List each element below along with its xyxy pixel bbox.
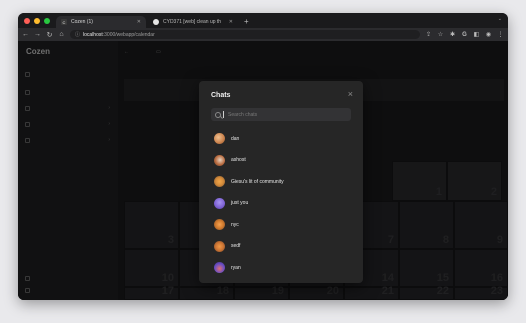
tab-list-chevron-icon[interactable]: ⌄ bbox=[498, 16, 502, 22]
tab-strip: C Cozen (1) ✕ CYD371 [web] clean up th ✕… bbox=[18, 13, 508, 28]
close-window-button[interactable] bbox=[24, 18, 30, 24]
menu-kebab-icon[interactable]: ⋮ bbox=[497, 31, 504, 38]
address-bar[interactable]: ⓘ localhost:3000/webapp/calendar bbox=[70, 30, 420, 39]
tab-close-icon[interactable]: ✕ bbox=[137, 19, 141, 25]
chat-list-item[interactable]: nyc bbox=[211, 214, 351, 236]
bookmark-star-icon[interactable]: ☆ bbox=[437, 31, 444, 38]
chat-name: just you bbox=[231, 200, 249, 207]
url-path: :3000/webapp/calendar bbox=[102, 31, 155, 38]
chats-modal: Chats × dan ashost Giesu's lit of commun… bbox=[199, 81, 363, 283]
cozen-favicon-icon: C bbox=[61, 19, 67, 25]
chat-list-item[interactable]: ashost bbox=[211, 150, 351, 172]
chat-list: dan ashost Giesu's lit of community just… bbox=[211, 128, 351, 279]
forward-icon[interactable]: → bbox=[34, 31, 41, 38]
chat-avatar-icon bbox=[214, 176, 225, 188]
github-favicon-icon bbox=[153, 19, 159, 25]
chat-name: dan bbox=[231, 135, 240, 142]
window-controls bbox=[18, 18, 56, 28]
chat-list-item[interactable]: sedf bbox=[211, 236, 351, 258]
chat-list-item[interactable]: Giesu's lit of community bbox=[211, 171, 351, 193]
profile-icon[interactable]: ◉ bbox=[485, 31, 492, 38]
chat-name: ryan bbox=[231, 264, 241, 271]
extension-icon[interactable]: ✱ bbox=[449, 31, 456, 38]
chat-avatar-icon bbox=[214, 219, 225, 231]
close-icon[interactable]: × bbox=[348, 89, 353, 99]
tab-label: Cozen (1) bbox=[71, 19, 93, 25]
share-icon[interactable]: ⇪ bbox=[425, 31, 432, 38]
chat-avatar-icon bbox=[214, 133, 225, 145]
modal-title: Chats bbox=[211, 92, 231, 99]
search-chats-input[interactable] bbox=[228, 111, 348, 118]
chat-name: sedf bbox=[231, 243, 241, 250]
chat-list-item[interactable]: ryan bbox=[211, 257, 351, 279]
home-icon[interactable]: ⌂ bbox=[58, 31, 65, 38]
reload-icon[interactable]: ↻ bbox=[46, 31, 53, 39]
chat-avatar-icon bbox=[214, 262, 225, 274]
tab-github[interactable]: CYD371 [web] clean up th ✕ bbox=[148, 16, 238, 28]
search-icon bbox=[215, 111, 221, 118]
url-host: localhost bbox=[83, 31, 103, 38]
google-extension-icon[interactable]: G bbox=[461, 32, 468, 38]
minimize-window-button[interactable] bbox=[34, 18, 40, 24]
back-icon[interactable]: ← bbox=[22, 31, 29, 38]
maximize-window-button[interactable] bbox=[44, 18, 50, 24]
chat-avatar-icon bbox=[214, 154, 225, 166]
new-tab-icon[interactable]: + bbox=[240, 17, 253, 28]
text-cursor bbox=[223, 111, 224, 118]
chat-list-item[interactable]: dan bbox=[211, 128, 351, 150]
tab-close-icon[interactable]: ✕ bbox=[229, 19, 233, 25]
chat-avatar-icon bbox=[214, 240, 225, 252]
search-chats-field[interactable] bbox=[211, 108, 351, 121]
site-info-icon[interactable]: ⓘ bbox=[75, 31, 80, 38]
browser-window: C Cozen (1) ✕ CYD371 [web] clean up th ✕… bbox=[18, 13, 508, 300]
chat-list-item[interactable]: just you bbox=[211, 193, 351, 215]
sidepanel-icon[interactable]: ◧ bbox=[473, 31, 480, 38]
chat-name: nyc bbox=[231, 221, 239, 228]
browser-toolbar: ← → ↻ ⌂ ⓘ localhost:3000/webapp/calendar… bbox=[18, 28, 508, 41]
chat-avatar-icon bbox=[214, 197, 225, 209]
chat-name: ashost bbox=[231, 157, 246, 164]
tab-label: CYD371 [web] clean up th bbox=[163, 19, 222, 25]
chat-name: Giesu's lit of community bbox=[231, 178, 284, 185]
tab-cozen[interactable]: C Cozen (1) ✕ bbox=[56, 16, 146, 28]
